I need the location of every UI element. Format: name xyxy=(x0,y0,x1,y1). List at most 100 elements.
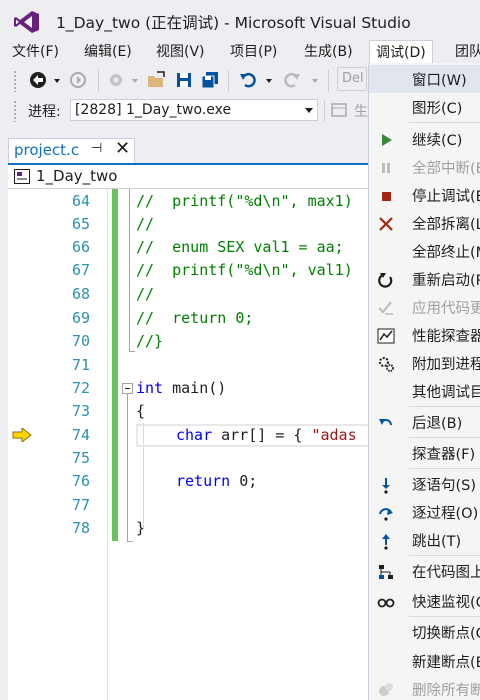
code-map-icon xyxy=(379,565,393,579)
code-text: { xyxy=(136,402,146,420)
redo-icon[interactable] xyxy=(282,70,302,90)
code-line: 68 // xyxy=(8,283,370,306)
chevron-down-icon[interactable] xyxy=(130,70,140,90)
line-number: 69 xyxy=(71,309,90,327)
instruction-pointer-icon[interactable] xyxy=(12,428,32,442)
restart-icon xyxy=(378,273,393,288)
outline-guide xyxy=(129,189,130,351)
pin-icon[interactable]: ⊣ xyxy=(91,141,102,156)
menu-item-terminate-all[interactable]: 全部终止(M xyxy=(369,237,480,265)
menu-item-break-all[interactable]: 全部中断(B xyxy=(369,153,480,181)
current-line-highlight xyxy=(136,424,370,447)
toolbar-grip[interactable] xyxy=(13,70,17,92)
menu-separator xyxy=(409,122,480,123)
debug-menu-dropdown: 窗口(W) 图形(C) 继续(C) 全部中断(B 停止调试(E 全部拆离(L 全… xyxy=(368,63,480,700)
line-number: 67 xyxy=(71,261,90,279)
keyword: return xyxy=(176,472,231,490)
menu-separator xyxy=(409,437,480,438)
menu-item-stop-debugging[interactable]: 停止调试(E xyxy=(369,181,480,209)
menu-separator xyxy=(409,406,480,407)
step-over-icon xyxy=(379,508,393,521)
line-number: 66 xyxy=(71,238,90,256)
chevron-down-icon[interactable] xyxy=(264,70,274,90)
nav-project-dropdown[interactable]: 1_Day_two xyxy=(36,167,118,185)
menu-item-delete-all-breakpoints[interactable]: 删除所有断 xyxy=(369,675,480,700)
process-dropdown[interactable]: [2828] 1_Day_two.exe xyxy=(70,99,318,121)
profiler-icon xyxy=(377,328,395,344)
menu-item-quick-watch[interactable]: 快速监视(Q xyxy=(369,587,480,615)
menu-item-toggle-breakpoint[interactable]: 切换断点(G xyxy=(369,618,480,646)
line-number: 65 xyxy=(71,215,90,233)
lifecycle-events-icon[interactable] xyxy=(330,101,348,119)
undo-icon[interactable] xyxy=(238,70,258,90)
toolbar-grip[interactable] xyxy=(13,100,17,122)
code-line: 76 return 0; xyxy=(8,470,370,493)
menu-team[interactable]: 团队 xyxy=(455,41,480,63)
code-line: 69 // return 0; xyxy=(8,307,370,330)
menu-item-continue[interactable]: 继续(C) xyxy=(369,125,480,153)
save-icon[interactable] xyxy=(174,70,194,90)
code-text: // return 0; xyxy=(136,309,254,327)
menu-item-attach-to-process[interactable]: 附加到进程 xyxy=(369,349,480,377)
menu-item-other-debug-targets[interactable]: 其他调试目 xyxy=(369,377,480,405)
step-out-icon xyxy=(382,534,390,550)
line-number: 68 xyxy=(71,285,90,303)
debug-config-dropdown[interactable]: Del xyxy=(337,67,367,91)
process-value: [2828] 1_Day_two.exe xyxy=(75,102,232,118)
chevron-down-icon[interactable] xyxy=(52,70,62,90)
code-text: // xyxy=(136,215,155,233)
collapse-toggle-icon[interactable] xyxy=(122,383,133,394)
menu-item-apply-code-changes[interactable]: 应用代码更 xyxy=(369,293,480,321)
menu-debug[interactable]: 调试(D) xyxy=(369,40,433,65)
close-icon[interactable]: ✕ xyxy=(115,138,130,159)
menu-bar: 文件(F) 编辑(E) 视图(V) 项目(P) 生成(B) 调试(D) 团队 xyxy=(0,40,480,65)
menu-item-graphics[interactable]: 图形(C) xyxy=(369,93,480,121)
step-back-icon xyxy=(379,419,392,426)
menu-view[interactable]: 视图(V) xyxy=(156,41,205,63)
line-number: 75 xyxy=(71,449,90,467)
code-text: //} xyxy=(136,332,164,350)
code-line: 64 // printf("%d\n", max1) xyxy=(8,190,370,213)
tab-project-c[interactable]: project.c ⊣ ✕ xyxy=(8,138,135,164)
code-line: 75 xyxy=(8,447,370,470)
menu-edit[interactable]: 编辑(E) xyxy=(84,41,132,63)
menu-item-show-on-code-map[interactable]: 在代码图上 xyxy=(369,557,480,585)
line-number: 78 xyxy=(71,519,90,537)
menu-project[interactable]: 项目(P) xyxy=(230,41,277,63)
step-into-icon xyxy=(382,478,390,494)
menu-item-profiler[interactable]: 探查器(F) xyxy=(369,439,480,467)
menu-file[interactable]: 文件(F) xyxy=(12,41,59,63)
change-tracking-bar xyxy=(112,189,118,541)
detach-icon xyxy=(379,217,393,231)
attach-icon xyxy=(379,357,394,372)
navigation-bar: 1_Day_two xyxy=(8,165,370,189)
open-file-icon[interactable] xyxy=(146,70,166,90)
menu-item-windows[interactable]: 窗口(W) xyxy=(369,65,480,93)
process-label: 进程: xyxy=(28,104,61,120)
menu-item-performance-profiler[interactable]: 性能探查器 xyxy=(369,321,480,349)
menu-item-step-over[interactable]: 逐过程(O) xyxy=(369,498,480,526)
menu-item-restart[interactable]: 重新启动(R xyxy=(369,265,480,293)
menu-item-new-breakpoint[interactable]: 新建断点(B xyxy=(369,647,480,675)
project-icon xyxy=(14,169,30,184)
code-line: 71 xyxy=(8,354,370,377)
code-line: 73 { xyxy=(8,400,370,423)
visual-studio-logo-icon xyxy=(14,11,39,33)
window-title: 1_Day_two (正在调试) - Microsoft Visual Stud… xyxy=(56,14,411,32)
navigate-forward-icon[interactable] xyxy=(68,70,88,90)
code-text: // printf("%d\n", max1) xyxy=(136,192,353,210)
code-text: // xyxy=(136,285,155,303)
solution-configurations-icon[interactable] xyxy=(106,70,126,90)
menu-build[interactable]: 生成(B) xyxy=(304,41,353,63)
code-text: 0; xyxy=(230,472,258,490)
navigate-back-icon[interactable] xyxy=(28,70,48,90)
menu-item-step-out[interactable]: 跳出(T) xyxy=(369,526,480,554)
chevron-down-icon[interactable] xyxy=(310,70,320,90)
menu-item-detach-all[interactable]: 全部拆离(L xyxy=(369,209,480,237)
chevron-down-icon xyxy=(305,108,313,113)
save-all-icon[interactable] xyxy=(200,70,220,90)
menu-item-step-backward[interactable]: 后退(B) xyxy=(369,408,480,436)
code-line: 66 // enum SEX val1 = aa; xyxy=(8,236,370,259)
line-number: 64 xyxy=(71,192,90,210)
menu-item-step-into[interactable]: 逐语句(S) xyxy=(369,470,480,498)
